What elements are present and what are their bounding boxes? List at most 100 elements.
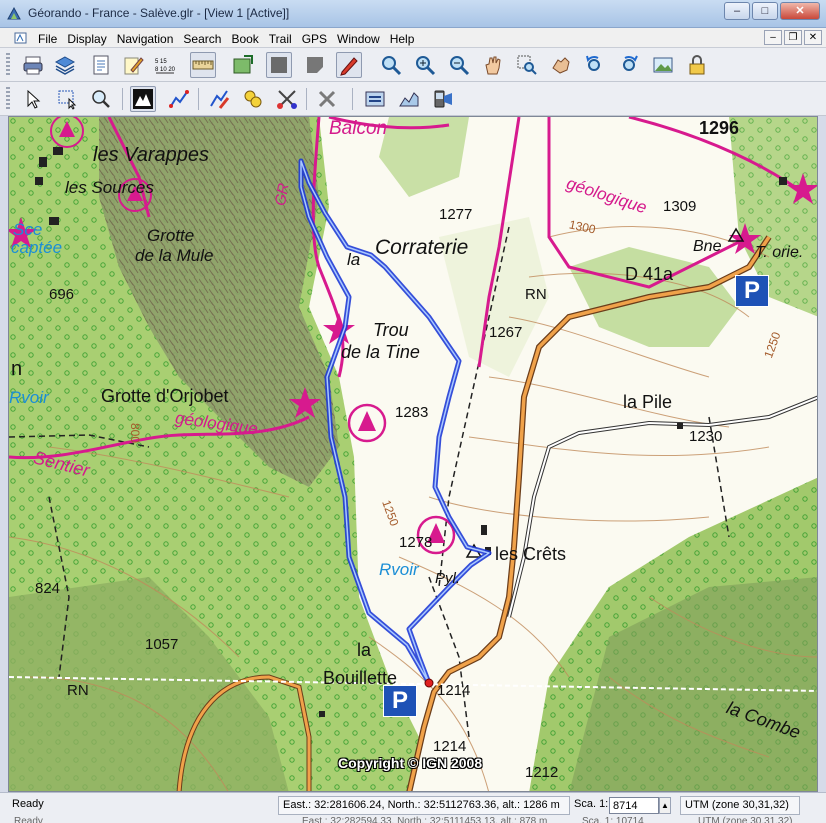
waypoint-button[interactable] (240, 86, 266, 112)
delete-icon (318, 90, 336, 108)
map-download-button[interactable] (230, 52, 256, 78)
zoom-button[interactable] (378, 52, 404, 78)
zoom-out-icon (450, 56, 470, 76)
back-button[interactable] (582, 52, 608, 78)
select-rect-button[interactable] (54, 86, 80, 112)
transfer-button[interactable] (362, 86, 388, 112)
map-label-road: RN (67, 682, 89, 699)
menu-file[interactable]: File (36, 30, 65, 47)
layers-button[interactable] (52, 52, 78, 78)
menu-navigation[interactable]: Navigation (115, 30, 182, 47)
gps-device-icon (434, 90, 452, 108)
minimize-button[interactable]: – (724, 2, 750, 20)
menu-book[interactable]: Book (229, 30, 266, 47)
forward-button[interactable] (616, 52, 642, 78)
hand-icon (485, 56, 501, 75)
scale-button[interactable]: 5 15 8 10 20 (152, 52, 178, 78)
print-button[interactable] (20, 52, 46, 78)
map-label-altitude: 824 (35, 580, 61, 597)
toolbar-grip[interactable] (6, 87, 10, 111)
map-label-place: Trou (373, 320, 409, 340)
pan-hand-button[interactable] (548, 52, 574, 78)
zoom-window-button[interactable] (514, 52, 540, 78)
mdi-restore-button[interactable]: ❐ (784, 30, 802, 45)
scale-input[interactable] (609, 797, 659, 814)
map-label-altitude: 1278 (399, 534, 433, 551)
map-label-trail: Balcon (329, 118, 388, 139)
menu-gps[interactable]: GPS (300, 30, 335, 47)
edit-note-button[interactable] (120, 52, 146, 78)
tile-alt-button[interactable] (302, 52, 328, 78)
menu-help[interactable]: Help (388, 30, 423, 47)
maximize-button[interactable]: □ (752, 2, 778, 20)
document-button[interactable] (88, 52, 114, 78)
magnifier-icon (92, 90, 110, 108)
map-label-road: RN (525, 286, 547, 303)
delete-button[interactable] (314, 86, 340, 112)
map-label-place: les Sources (65, 178, 154, 197)
map-label-pylon: Pyl. (435, 570, 461, 587)
pencil-icon (340, 57, 358, 76)
zoom-window-icon (517, 55, 537, 75)
pencil-button[interactable] (336, 52, 362, 78)
map-label-altitude: 1230 (689, 428, 723, 445)
terrain-button[interactable] (130, 86, 156, 112)
layers-icon (54, 56, 76, 75)
pointer-button[interactable] (20, 86, 46, 112)
map-label-altitude: 1212 (525, 764, 559, 781)
menu-bar: File Display Navigation Search Book Trai… (0, 28, 826, 48)
map-label-reservoir: Rvoir (379, 560, 419, 579)
picture-button[interactable] (650, 52, 676, 78)
toolbar-grip[interactable] (6, 53, 10, 77)
map-label-altitude: 1214 (433, 738, 467, 755)
zoom-out-button[interactable] (446, 52, 472, 78)
map-label-altitude: 1214 (437, 682, 471, 699)
route-cut-button[interactable] (274, 86, 300, 112)
track-button[interactable] (166, 86, 192, 112)
lock-icon (689, 55, 705, 75)
mdi-controls: – ❐ ✕ (764, 30, 822, 45)
menu-trail[interactable]: Trail (267, 30, 300, 47)
ruler-button[interactable] (190, 52, 216, 78)
pan-hand-icon (552, 57, 570, 74)
title-bar: Géorando - France - Salève.glr - [View 1… (0, 0, 826, 28)
profile-icon (399, 92, 419, 107)
map-label-cave: Grotte d'Orjobet (101, 386, 229, 406)
menu-search[interactable]: Search (181, 30, 229, 47)
map-label-altitude: 1283 (395, 404, 429, 421)
print-icon (23, 56, 43, 75)
mdi-close-button[interactable]: ✕ (804, 30, 822, 45)
tools-toolbar (0, 82, 826, 116)
close-button[interactable]: ✕ (780, 2, 820, 20)
map-view[interactable]: 1296 Balcon les Varappes les Sources Sce… (8, 116, 818, 792)
app-logo-icon (7, 6, 21, 20)
trail-edit-button[interactable] (206, 86, 232, 112)
gps-device-button[interactable] (430, 86, 456, 112)
edit-note-icon (124, 57, 144, 75)
menu-window[interactable]: Window (335, 30, 388, 47)
scale-spin-button[interactable]: ▲ (659, 797, 671, 814)
map-label-altitude: 1277 (439, 206, 473, 223)
ruler-icon (192, 60, 214, 70)
window-controls: – □ ✕ (724, 2, 820, 20)
hand-button[interactable] (480, 52, 506, 78)
menu-items: File Display Navigation Search Book Trai… (36, 30, 422, 47)
mdi-minimize-button[interactable]: – (764, 30, 782, 45)
waypoint-icon (244, 90, 262, 108)
profile-button[interactable] (396, 86, 422, 112)
menu-display[interactable]: Display (65, 30, 114, 47)
tile-button[interactable] (266, 52, 292, 78)
picture-icon (653, 57, 673, 73)
scale-icon: 5 15 8 10 20 (155, 59, 176, 74)
map-label-place: la (347, 250, 361, 269)
map-label-road: D 41a (625, 264, 674, 284)
document-window-icon[interactable] (14, 31, 28, 45)
map-label-place: les Crêts (495, 544, 567, 564)
lock-button[interactable] (684, 52, 710, 78)
trail-edit-icon (210, 90, 230, 109)
zoom-in-button[interactable] (412, 52, 438, 78)
status-ghost-projection: UTM (zone 30,31,32) (698, 816, 793, 823)
magnifier-button[interactable] (88, 86, 114, 112)
map-copyright: Copyright © IGN 2008 (338, 755, 483, 771)
coordinates-readout: East.: 32:281606.24, North.: 32:5112763.… (278, 796, 570, 815)
